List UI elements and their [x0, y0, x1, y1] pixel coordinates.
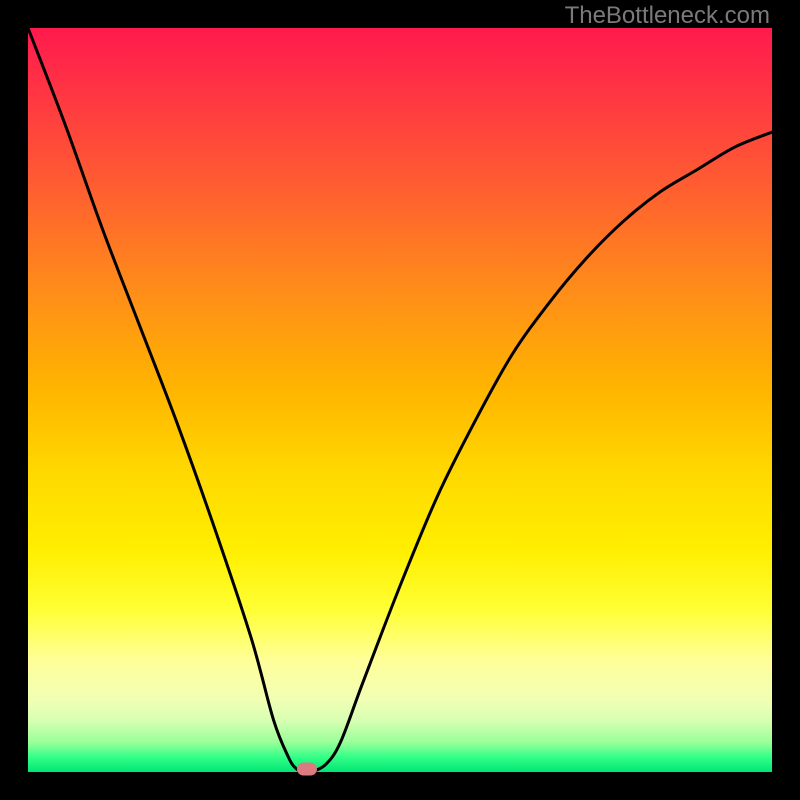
bottleneck-curve: [28, 28, 772, 772]
plot-area: [28, 28, 772, 772]
curve-minimum-marker: [297, 763, 317, 776]
watermark-text: TheBottleneck.com: [565, 2, 770, 30]
chart-frame: TheBottleneck.com: [0, 0, 800, 800]
